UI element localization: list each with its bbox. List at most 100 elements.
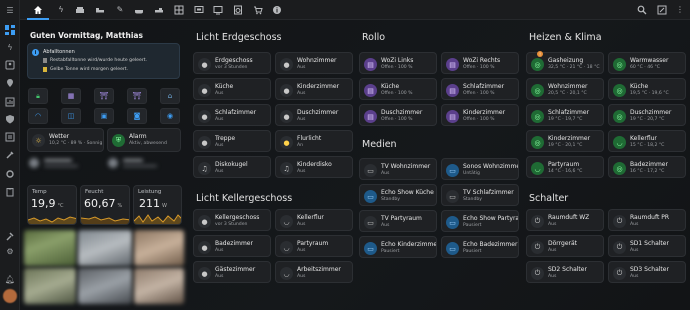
clipboard-icon[interactable]	[4, 186, 16, 198]
licht-kg-card[interactable]: ◡ Kellerflur Aus	[275, 209, 353, 231]
licht-eg-card[interactable]: ♫ Diskokugel Aus	[193, 156, 271, 178]
heizen-card[interactable]: ◎ Badezimmer 16 °C · 17,2 °C	[608, 156, 686, 178]
heizen-card[interactable]: ◎ Wohnzimmer 20,5 °C · 20,1 °C	[526, 78, 604, 100]
schalter-card[interactable]: ⏻ SD3 Schalter Aus	[608, 261, 686, 283]
person-avatar[interactable]	[29, 158, 39, 168]
camera-button[interactable]: ◙	[127, 108, 147, 124]
medien-card[interactable]: ▭ Echo Show PartyraumPausiert	[441, 210, 519, 232]
grid-icon[interactable]	[173, 4, 185, 16]
rollo-card[interactable]: ▤ Kinderzimmer Offen · 100 %	[441, 104, 519, 126]
chart-icon[interactable]	[4, 96, 16, 108]
medien-card[interactable]: ▭ TV Partyraum Aus	[359, 210, 437, 232]
flash-icon[interactable]: ϟ	[55, 4, 67, 16]
lock-button[interactable]: 🔒︎	[28, 88, 48, 104]
licht-eg-card[interactable]: ● Wohnzimmer Aus	[275, 52, 353, 74]
rollo-card[interactable]: ▤ Küche Offen · 100 %	[359, 78, 437, 100]
power-sensor-card[interactable]: Leistung 211 W	[133, 185, 182, 225]
wifi-button[interactable]: ◠	[28, 108, 48, 124]
licht-eg-card[interactable]: ● Erdgeschoss vor 3 Stunden	[193, 52, 271, 74]
camera-snapshot[interactable]	[24, 230, 76, 266]
temp-sensor-card[interactable]: Temp 19,9 °C	[27, 185, 77, 225]
device-button[interactable]: ▣	[94, 108, 114, 124]
schalter-card[interactable]: ⏻ SD2 Schalter Aus	[526, 261, 604, 283]
licht-eg-card[interactable]: ● Flurlicht An	[275, 130, 353, 152]
licht-kg-card[interactable]: ● Badezimmer Aus	[193, 235, 271, 257]
camera-snapshot[interactable]	[24, 268, 76, 304]
blind-button[interactable]: ▦	[61, 88, 81, 104]
rollo-card[interactable]: ▤ WoZi Links Offen · 100 %	[359, 52, 437, 74]
home-icon[interactable]	[32, 4, 44, 16]
camera-snapshot[interactable]	[134, 230, 184, 266]
wrench-icon[interactable]	[4, 168, 16, 180]
heizen-card[interactable]: ◎ Küche 19,5 °C · 19,6 °C	[608, 78, 686, 100]
schalter-card[interactable]: ⏻ Raumduft PR Aus	[608, 209, 686, 231]
schalter-card[interactable]: ⏻ Dörrgerät Aus	[526, 235, 604, 257]
licht-kg-card[interactable]: ● Kellergeschoss vor 3 Stunden	[193, 209, 271, 231]
medien-card[interactable]: ▭ Echo Show Küche Standby	[359, 184, 437, 206]
waste-notification[interactable]: i Abfalltonnen Restabfalltonne wird/wurd…	[27, 43, 180, 79]
washing-machine-icon[interactable]	[232, 4, 244, 16]
menu-icon[interactable]: ☰	[4, 5, 16, 17]
sofa-icon[interactable]	[74, 4, 86, 16]
gate-button-2[interactable]: ⛩︎	[127, 88, 147, 104]
hammer-icon[interactable]	[4, 230, 16, 242]
medien-card[interactable]: ▭ TV Wohnzimmer Aus	[359, 158, 437, 180]
gear-icon[interactable]: ⚙	[4, 246, 16, 258]
medien-card[interactable]: ▭ Echo Kinderzimmer Pausiert	[359, 236, 437, 258]
rollo-card[interactable]: ▤ Duschzimmer Offen · 100 %	[359, 104, 437, 126]
dashboard-icon[interactable]	[4, 24, 16, 36]
map-icon[interactable]	[4, 77, 16, 89]
bell-icon[interactable]: 🔔︎	[4, 274, 16, 286]
heizen-card[interactable]: ◎ Duschzimmer 19 °C · 20,7 °C	[608, 104, 686, 126]
camera-snapshot[interactable]	[134, 268, 184, 304]
licht-kg-card[interactable]: ◡ Arbeitszimmer Aus	[275, 261, 353, 283]
alarm-card[interactable]: ⛨ Alarm Aktiv, abwesend	[107, 128, 181, 152]
cart-icon[interactable]	[252, 4, 264, 16]
heizen-card[interactable]: ◎ Warmwasser 60 °C · 46 °C	[608, 52, 686, 74]
vacuum-button[interactable]: ◫	[61, 108, 81, 124]
edit-icon[interactable]	[656, 4, 668, 16]
more-icon[interactable]: ⋮	[674, 4, 686, 16]
licht-eg-card[interactable]: ● Treppe Aus	[193, 130, 271, 152]
bathtub-icon[interactable]	[133, 4, 145, 16]
rollo-card[interactable]: ▤ WoZi Rechts Offen · 100 %	[441, 52, 519, 74]
info-icon[interactable]	[271, 4, 283, 16]
heizen-card[interactable]: ◡ Partyraum 14 °C · 16,6 °C	[526, 156, 604, 178]
licht-eg-card[interactable]: ● Schlafzimmer Aus	[193, 104, 271, 126]
bed-icon[interactable]	[94, 4, 106, 16]
rollo-card[interactable]: ▤ Schlafzimmer Offen · 100 %	[441, 78, 519, 100]
heizen-card[interactable]: ◎ Schlafzimmer 19 °C · 19,7 °C	[526, 104, 604, 126]
display-icon[interactable]	[212, 4, 224, 16]
schalter-card[interactable]: ⏻ Raumduft WZ Aus	[526, 209, 604, 231]
avatar[interactable]	[3, 289, 17, 303]
gate-button[interactable]: ⛩︎	[94, 88, 114, 104]
tools-icon[interactable]	[4, 149, 16, 161]
schalter-card[interactable]: ⏻ SD1 Schalter Aus	[608, 235, 686, 257]
humidity-sensor-card[interactable]: Feucht 60,67%	[80, 185, 130, 225]
screen-icon[interactable]	[193, 4, 205, 16]
licht-eg-card[interactable]: ● Duschzimmer Aus	[275, 104, 353, 126]
camera-snapshot[interactable]	[78, 268, 132, 304]
pencil-icon[interactable]: ✎	[114, 4, 126, 16]
lightning-icon[interactable]: ϟ	[4, 42, 16, 54]
contact-icon[interactable]	[4, 59, 16, 71]
search-icon[interactable]	[636, 4, 648, 16]
medien-card[interactable]: ▭ TV Schlafzimmer Standby	[441, 184, 519, 206]
bed-icon[interactable]	[153, 4, 165, 16]
medien-card[interactable]: ▭ Echo Badezimmer Pausiert	[441, 236, 519, 258]
weather-card[interactable]: ☼ Wetter 10,2 °C · 89 % · Sonnig	[27, 128, 104, 152]
list-icon[interactable]	[4, 131, 16, 143]
licht-kg-card[interactable]: ● Gästezimmer Aus	[193, 261, 271, 283]
licht-eg-card[interactable]: ● Kinderzimmer Aus	[275, 78, 353, 100]
person-avatar[interactable]	[108, 158, 118, 168]
licht-eg-card[interactable]: ● Küche Aus	[193, 78, 271, 100]
heizen-card[interactable]: ◡ Kellerflur 15 °C · 18,2 °C	[608, 130, 686, 152]
settings-button[interactable]: ◉	[160, 108, 180, 124]
shield-icon[interactable]	[4, 113, 16, 125]
licht-kg-card[interactable]: ◡ Partyraum Aus	[275, 235, 353, 257]
medien-card[interactable]: ▭ Sonos Wohnzimmer Untätig	[441, 158, 519, 180]
garage-button[interactable]: ⌂	[160, 88, 180, 104]
camera-snapshot[interactable]	[78, 230, 132, 266]
heizen-card[interactable]: ◎ Kinderzimmer 19 °C · 20,1 °C	[526, 130, 604, 152]
licht-eg-card[interactable]: ♫ Kinderdisko Aus	[275, 156, 353, 178]
